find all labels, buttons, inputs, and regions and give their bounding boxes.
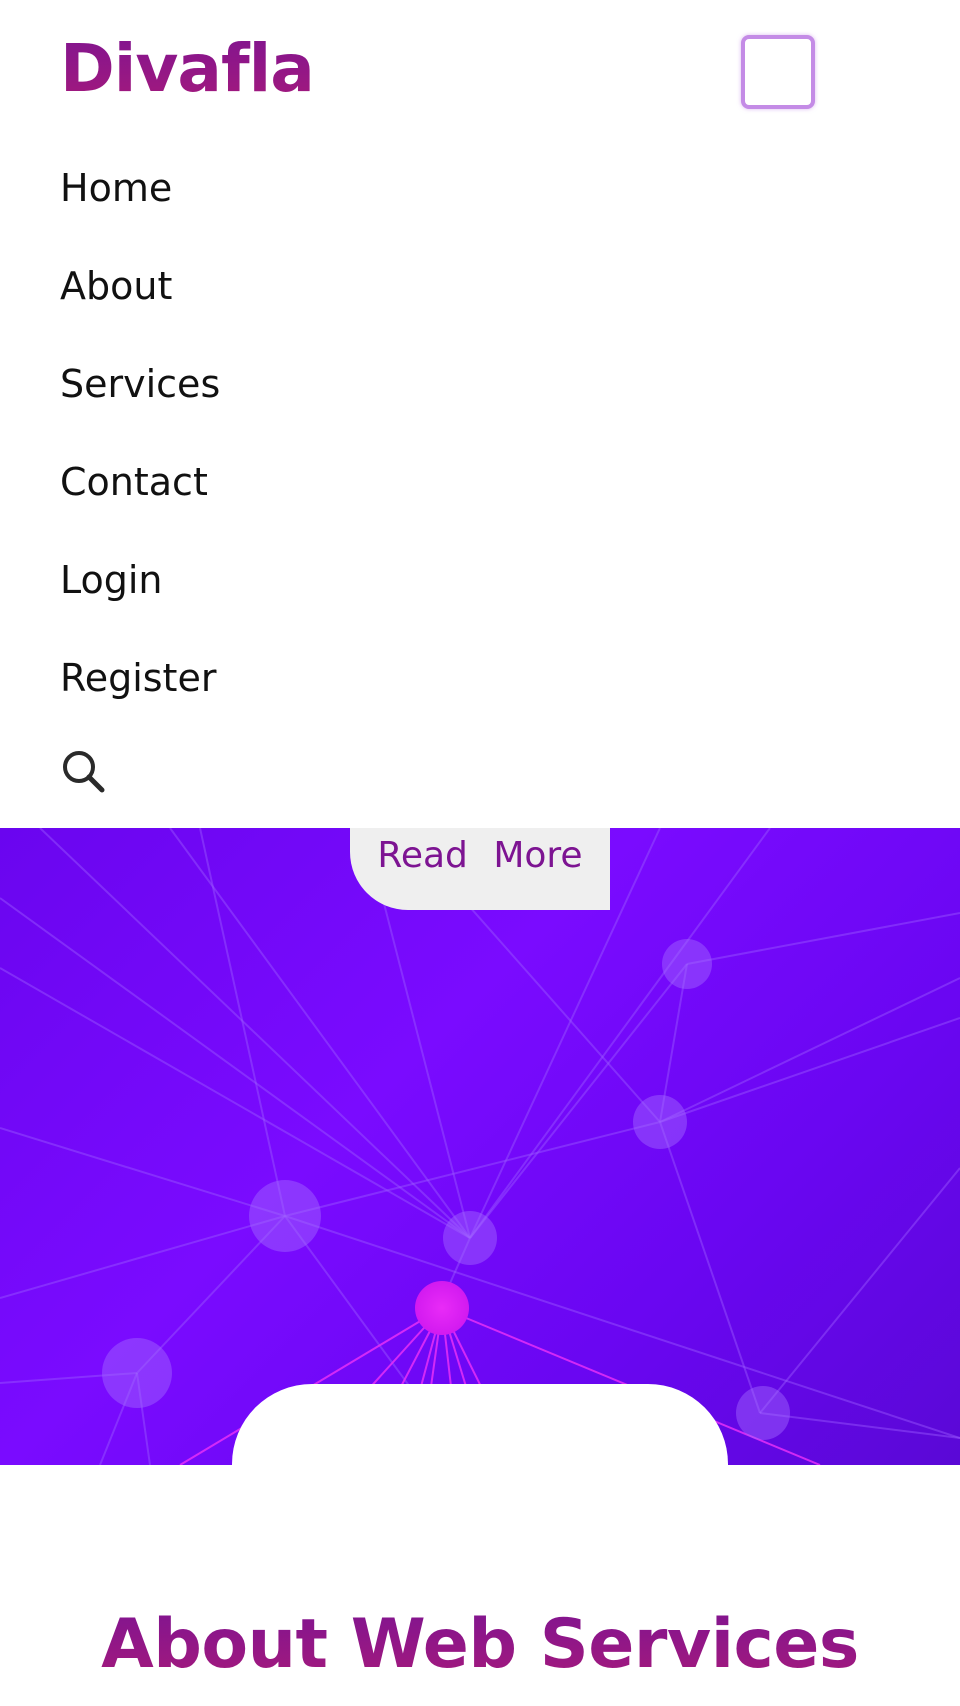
nav-item-register[interactable]: Register: [60, 640, 220, 738]
brand-logo[interactable]: Divafla: [60, 24, 315, 114]
site-header: Divafla Home About Services Contact Logi…: [0, 0, 960, 828]
main-nav: Home About Services Contact Login Regist…: [60, 150, 220, 738]
section-title: About Web Services: [0, 1600, 960, 1690]
menu-toggle-button[interactable]: [741, 35, 815, 109]
nav-item-home[interactable]: Home: [60, 150, 220, 248]
nav-item-about[interactable]: About: [60, 248, 220, 346]
nav-item-login[interactable]: Login: [60, 542, 220, 640]
search-icon[interactable]: [60, 748, 106, 794]
nav-item-services[interactable]: Services: [60, 346, 220, 444]
hero-banner: [0, 828, 960, 1465]
network-graph-background: [0, 828, 960, 1465]
section-tab-shape: [232, 1384, 728, 1504]
read-more-button[interactable]: Read More: [350, 828, 610, 910]
nav-item-contact[interactable]: Contact: [60, 444, 220, 542]
